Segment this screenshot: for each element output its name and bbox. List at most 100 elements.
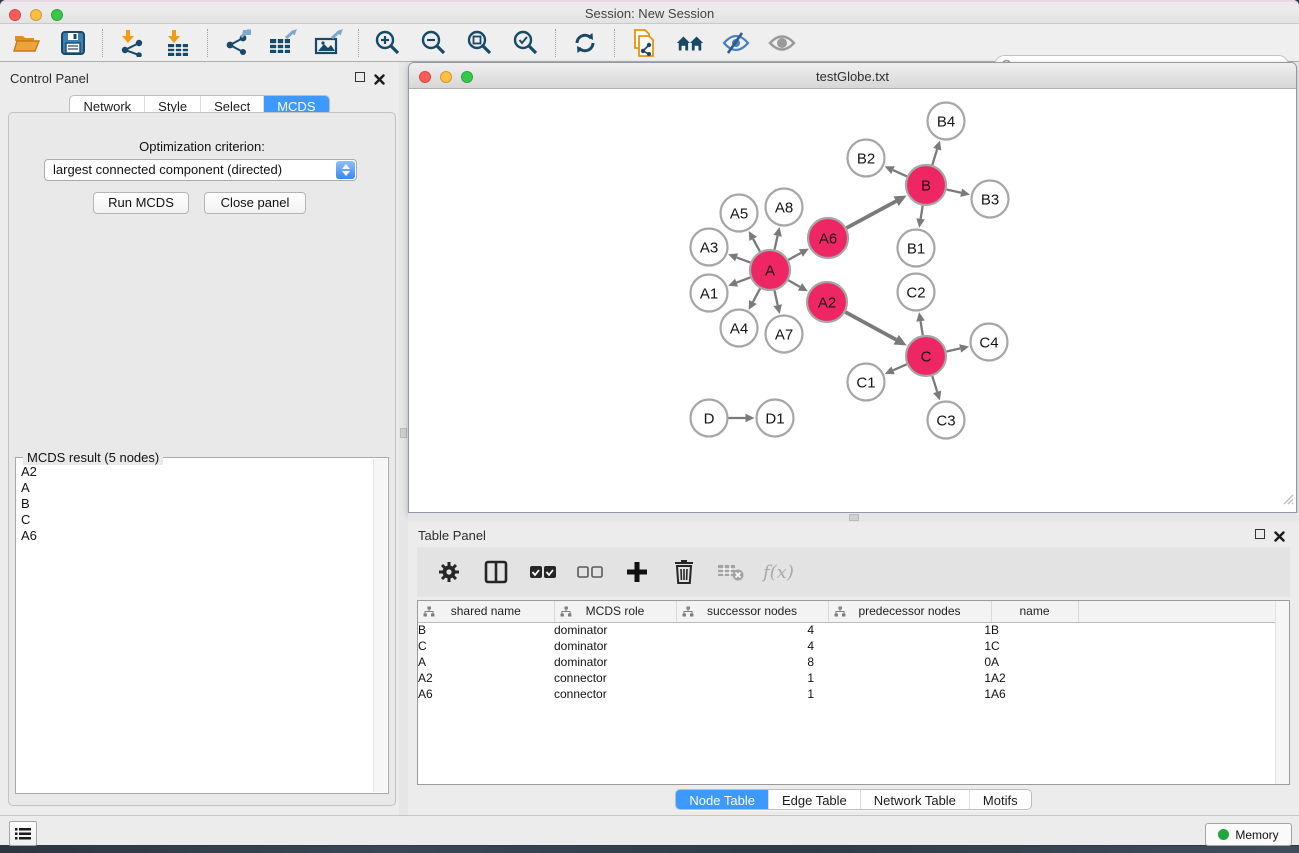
graph-edge-C-C1[interactable]	[893, 364, 907, 370]
delete-table-icon[interactable]	[716, 557, 746, 587]
table-cell[interactable]: A2	[418, 670, 554, 686]
table-cell[interactable]: A	[991, 654, 1078, 670]
table-cell[interactable]: dominator	[554, 622, 676, 638]
graph-edge-B-B2[interactable]	[893, 170, 907, 176]
column-header-predecessor-nodes[interactable]: predecessor nodes	[828, 601, 991, 622]
import-network-icon[interactable]	[117, 28, 147, 58]
table-cell[interactable]: B	[418, 622, 554, 638]
graph-edge-C-C2[interactable]	[921, 321, 923, 335]
add-column-plus-icon[interactable]	[622, 557, 652, 587]
show-column-icon[interactable]	[481, 557, 511, 587]
mcds-result-item[interactable]: A	[17, 480, 372, 496]
table-cell[interactable]: 1	[828, 638, 991, 654]
mcds-result-item[interactable]: C	[17, 512, 372, 528]
table-row[interactable]: A6connector11A6	[418, 686, 1276, 702]
mcds-result-item[interactable]: A6	[17, 528, 372, 544]
graph-edge-A-A2[interactable]	[788, 280, 800, 287]
table-settings-gear-icon[interactable]	[434, 557, 464, 587]
deselect-all-checkboxes-icon[interactable]	[575, 557, 605, 587]
save-session-icon[interactable]	[58, 28, 88, 58]
table-cell[interactable]: A6	[991, 686, 1078, 702]
window-resize-grip-icon[interactable]	[1280, 491, 1294, 510]
optimization-criterion-select[interactable]: largest connected component (directed)	[44, 159, 357, 181]
table-cell[interactable]: 1	[828, 686, 991, 702]
table-cell[interactable]: 1	[828, 670, 991, 686]
mcds-result-item[interactable]: A2	[17, 464, 372, 480]
export-table-icon[interactable]	[268, 28, 298, 58]
graph-edge-B-B4[interactable]	[932, 149, 937, 165]
graph-edge-A-A5[interactable]	[753, 239, 760, 252]
graph-edge-A-A8[interactable]	[775, 236, 778, 250]
zoom-selected-icon[interactable]	[511, 28, 541, 58]
table-cell[interactable]: B	[991, 622, 1078, 638]
export-network-icon[interactable]	[222, 28, 252, 58]
close-panel-icon[interactable]	[374, 72, 385, 90]
table-cell[interactable]: A6	[418, 686, 554, 702]
table-cell[interactable]: 0	[828, 654, 991, 670]
tab-node-table[interactable]: Node Table	[676, 790, 768, 809]
graph-edge-C-C3[interactable]	[932, 376, 937, 392]
close-panel-icon[interactable]	[1274, 529, 1285, 547]
hide-selected-eye-slash-icon[interactable]	[721, 28, 751, 58]
table-cell[interactable]: 8	[676, 654, 828, 670]
new-network-from-selection-icon[interactable]	[629, 28, 659, 58]
table-cell[interactable]: 1	[828, 622, 991, 638]
tab-motifs[interactable]: Motifs	[969, 790, 1031, 809]
table-cell[interactable]: dominator	[554, 638, 676, 654]
task-history-button[interactable]	[9, 821, 37, 846]
delete-column-trash-icon[interactable]	[669, 557, 699, 587]
home-icon[interactable]	[675, 28, 705, 58]
table-row[interactable]: Cdominator41C	[418, 638, 1276, 654]
mcds-result-list[interactable]: A2ABCA6	[17, 464, 372, 792]
graph-edge-B-B1[interactable]	[921, 206, 923, 219]
zoom-out-icon[interactable]	[419, 28, 449, 58]
table-cell[interactable]: connector	[554, 686, 676, 702]
float-panel-icon[interactable]	[355, 72, 365, 82]
divider-grip[interactable]	[400, 428, 407, 438]
table-cell[interactable]: 1	[676, 670, 828, 686]
table-row[interactable]: Bdominator41B	[418, 622, 1276, 638]
divider-grip[interactable]	[849, 514, 859, 521]
refresh-icon[interactable]	[570, 28, 600, 58]
table-row[interactable]: A2connector11A2	[418, 670, 1276, 686]
vertical-split-divider[interactable]	[399, 62, 408, 815]
zoom-fit-icon[interactable]	[465, 28, 495, 58]
table-cell[interactable]: 4	[676, 622, 828, 638]
graph-edge-A2-C[interactable]	[845, 312, 896, 340]
tab-network-table[interactable]: Network Table	[860, 790, 969, 809]
run-mcds-button[interactable]: Run MCDS	[93, 192, 189, 214]
table-cell[interactable]: 4	[676, 638, 828, 654]
horizontal-split-divider[interactable]	[408, 513, 1299, 522]
graph-edge-A-A4[interactable]	[753, 289, 760, 302]
column-header-successor-nodes[interactable]: successor nodes	[676, 601, 828, 622]
table-header-row[interactable]: shared name MCDS role successor nodes pr…	[418, 601, 1276, 622]
graph-edge-A-A3[interactable]	[737, 257, 751, 262]
table-cell[interactable]: A	[418, 654, 554, 670]
table-cell[interactable]: dominator	[554, 654, 676, 670]
graph-edge-A-A7[interactable]	[774, 291, 777, 306]
table-scrollbar[interactable]	[1275, 601, 1289, 784]
tab-edge-table[interactable]: Edge Table	[768, 790, 860, 809]
memory-button[interactable]: Memory	[1205, 823, 1292, 846]
node-data-table[interactable]: shared name MCDS role successor nodes pr…	[418, 601, 1276, 702]
show-all-eye-icon[interactable]	[767, 28, 797, 58]
column-header-shared-name[interactable]: shared name	[418, 601, 554, 622]
import-table-icon[interactable]	[163, 28, 193, 58]
table-body[interactable]: Bdominator41BCdominator41CAdominator80AA…	[418, 622, 1276, 702]
function-builder-icon[interactable]: f(x)	[763, 562, 794, 583]
network-window-titlebar[interactable]: testGlobe.txt	[409, 63, 1296, 89]
graph-edge-C-C4[interactable]	[946, 348, 960, 351]
mcds-result-scrollbar[interactable]	[373, 459, 387, 792]
graph-edge-B-B3[interactable]	[947, 189, 962, 192]
graph-edge-A-A1[interactable]	[737, 277, 751, 282]
table-cell[interactable]: C	[418, 638, 554, 654]
network-canvas[interactable]: B4B2BB3A8A5A6A3B1AA1C2A2A4A7C4CC1C3DD1	[409, 89, 1296, 512]
graph-edge-A6-B[interactable]	[846, 201, 896, 228]
graph-edge-A-A6[interactable]	[788, 253, 800, 260]
export-image-icon[interactable]	[314, 28, 344, 58]
table-cell[interactable]: C	[991, 638, 1078, 654]
column-header-mcds-role[interactable]: MCDS role	[554, 601, 676, 622]
table-row[interactable]: Adominator80A	[418, 654, 1276, 670]
select-all-checkboxes-icon[interactable]	[528, 557, 558, 587]
table-cell[interactable]: 1	[676, 686, 828, 702]
